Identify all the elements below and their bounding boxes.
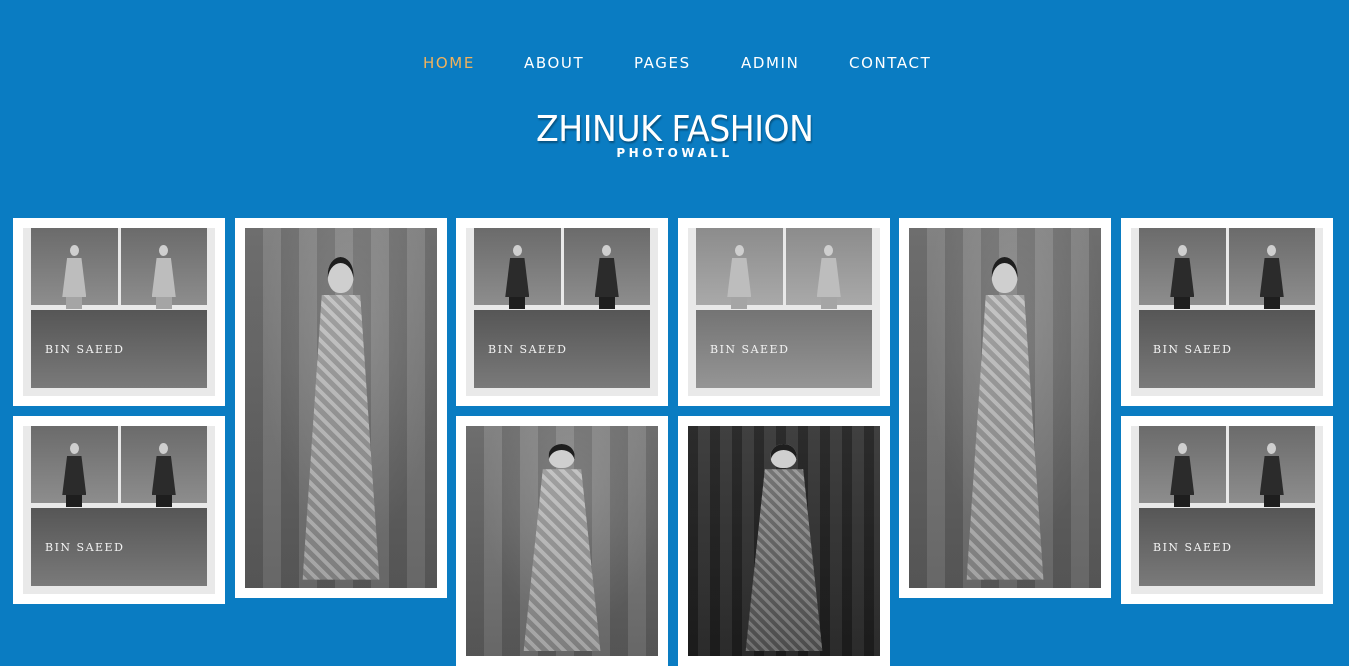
gallery-photo: [245, 228, 437, 588]
collage-label: BIN SAEED: [1153, 342, 1233, 356]
nav-link-contact[interactable]: CONTACT: [849, 54, 931, 72]
gallery-tile[interactable]: BIN SAEED: [1121, 218, 1333, 406]
gallery-photo: BIN SAEED: [23, 426, 215, 594]
main-navigation: HOME ABOUT PAGES ADMIN CONTACT: [0, 54, 1349, 78]
gallery-tile[interactable]: BIN SAEED: [456, 218, 668, 406]
nav-link-about[interactable]: ABOUT: [524, 54, 584, 72]
gallery-tile[interactable]: [678, 416, 890, 666]
site-title[interactable]: ZHINUK FASHION: [536, 108, 814, 152]
gallery-tile[interactable]: BIN SAEED: [13, 218, 225, 406]
nav-link-home[interactable]: HOME: [423, 54, 475, 72]
collage-label: BIN SAEED: [45, 540, 125, 554]
gallery-photo: [688, 426, 880, 656]
gallery-tile[interactable]: [456, 416, 668, 666]
gallery-photo: BIN SAEED: [1131, 228, 1323, 396]
gallery-tile[interactable]: [235, 218, 447, 598]
gallery-photo: BIN SAEED: [1131, 426, 1323, 594]
site-brand: ZHINUK FASHION PHOTOWALL: [0, 108, 1349, 160]
collage-label: BIN SAEED: [488, 342, 568, 356]
collage-label: BIN SAEED: [710, 342, 790, 356]
nav-link-admin[interactable]: ADMIN: [741, 54, 799, 72]
gallery-photo: [909, 228, 1101, 588]
gallery-photo: BIN SAEED: [466, 228, 658, 396]
gallery-photo: BIN SAEED: [688, 228, 880, 396]
collage-label: BIN SAEED: [45, 342, 125, 356]
gallery-tile[interactable]: BIN SAEED: [1121, 416, 1333, 604]
gallery-tile[interactable]: BIN SAEED: [678, 218, 890, 406]
gallery-photo: BIN SAEED: [23, 228, 215, 396]
nav-link-pages[interactable]: PAGES: [634, 54, 691, 72]
gallery-tile[interactable]: [899, 218, 1111, 598]
gallery-photo: [466, 426, 658, 656]
collage-label: BIN SAEED: [1153, 540, 1233, 554]
gallery-tile[interactable]: BIN SAEED: [13, 416, 225, 604]
